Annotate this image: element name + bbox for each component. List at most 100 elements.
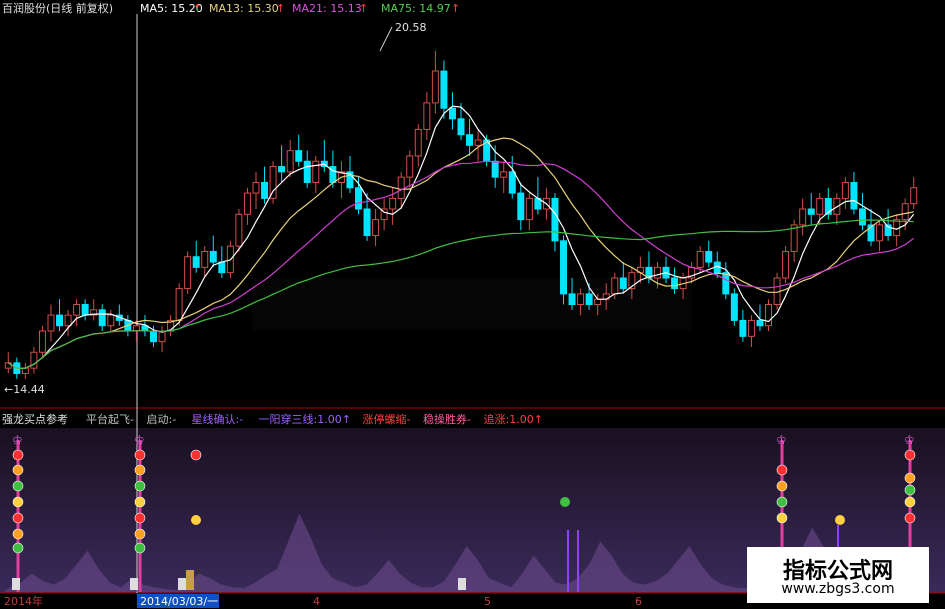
candle-body — [372, 219, 380, 237]
ma21-arrow: ↑ — [359, 2, 368, 15]
candle-body — [876, 224, 884, 242]
candle-body — [705, 250, 713, 263]
candle-body — [56, 314, 64, 327]
candle-body — [81, 304, 89, 316]
candle-body — [355, 187, 362, 210]
candle-body — [466, 134, 474, 146]
signal-col-3-signal-icon — [776, 496, 788, 508]
candle-body — [38, 330, 46, 353]
candle-body — [525, 197, 533, 221]
candle-body — [474, 139, 482, 146]
candle-body — [901, 203, 909, 221]
candle-body — [73, 304, 81, 316]
signal-col-1-signal-icon — [12, 542, 24, 554]
candle-body — [431, 70, 439, 104]
candle-body — [491, 160, 499, 178]
signal-icon — [835, 515, 845, 525]
candle-body — [389, 197, 397, 210]
ma13-label: MA13: 15.30 — [209, 2, 279, 15]
candle-body — [312, 160, 320, 183]
signal-col-2-signal-icon — [134, 542, 146, 554]
candle-body — [568, 293, 576, 305]
signal-col-1-signal-icon — [12, 449, 24, 461]
candle-body — [184, 256, 192, 290]
axis-label-6: 6 — [635, 595, 642, 608]
axis-label-cursor-date: 2014/03/03/一 — [140, 595, 218, 608]
axis-label-4: 4 — [313, 595, 320, 608]
indicator-item: 涨停螺缩- — [363, 412, 411, 426]
signal-col-4-crown-icon: ♔ — [904, 433, 915, 447]
candle-body — [671, 277, 679, 290]
signal-col-3-signal-icon — [776, 512, 788, 524]
candle-body — [414, 128, 422, 157]
volume-block — [12, 578, 20, 590]
indicator-item: 平台起飞- — [86, 412, 134, 426]
candle-body — [440, 70, 448, 109]
ma5-arrow: ↑ — [193, 2, 202, 15]
candle-body — [765, 304, 773, 327]
high-annotation: 20.58 — [395, 21, 427, 34]
candle-body — [278, 166, 286, 173]
candle-body — [594, 298, 602, 306]
watermark-url: www.zbgs3.com — [781, 581, 895, 597]
candle-body — [816, 197, 824, 215]
signal-col-1-crown-icon: ♔ — [12, 433, 23, 447]
candle-body — [252, 181, 260, 194]
signal-col-3-signal-icon — [776, 464, 788, 476]
signal-col-4-signal-icon — [904, 449, 916, 461]
candle-body — [397, 176, 405, 199]
candle-body — [560, 240, 567, 295]
candle-body — [406, 155, 414, 178]
candle-body — [747, 319, 755, 337]
candle-body — [47, 314, 55, 332]
candle-body — [218, 261, 226, 274]
candle-body — [858, 208, 866, 226]
candle-body — [98, 309, 106, 327]
candle-body — [21, 367, 29, 374]
signal-col-4-signal-icon — [904, 512, 916, 524]
candle-body — [910, 187, 918, 205]
candle-body — [782, 250, 790, 279]
signal-col-2-signal-icon — [134, 496, 146, 508]
volume-block — [178, 578, 186, 590]
axis-label-5: 5 — [484, 595, 491, 608]
candle-body — [739, 319, 747, 337]
signal-col-1-signal-icon — [12, 512, 24, 524]
candle-body — [577, 293, 585, 305]
candle-body — [235, 213, 243, 247]
candle-body — [64, 314, 72, 327]
candle-body — [209, 250, 217, 263]
signal-col-3-signal-icon — [776, 480, 788, 492]
volume-block — [186, 570, 194, 590]
ma75-arrow: ↑ — [451, 2, 460, 15]
signal-col-2-signal-icon — [134, 449, 146, 461]
candle-body — [107, 314, 115, 327]
volume-block — [458, 578, 466, 590]
indicator-item: 追涨:1.00↑ — [484, 412, 543, 426]
candle-body — [363, 208, 371, 237]
candle-body — [799, 208, 807, 226]
stock-chart: ♔ ♔ ♔ ♔ 百润股份(日线 前复权) MA5: 15.20 ↑ MA13: 15.… — [0, 0, 945, 609]
watermark: 指标公式网 www.zbgs3.com — [747, 547, 929, 603]
indicator-item: 星线确认:- — [192, 412, 244, 426]
candle-body — [192, 256, 200, 268]
candle-body — [730, 293, 738, 321]
signal-col-2-signal-icon — [134, 480, 146, 492]
candle-body — [807, 208, 815, 215]
signal-col-2-signal-icon — [134, 464, 146, 476]
signal-icon — [190, 449, 202, 461]
ma13-arrow: ↑ — [276, 2, 285, 15]
candle-body — [619, 277, 627, 290]
indicator-name: 强龙买点参考 — [2, 412, 68, 426]
signal-col-4-signal-icon — [904, 496, 916, 508]
signal-col-2-crown-icon: ♔ — [134, 433, 145, 447]
axis-label-year: 2014年 — [4, 594, 43, 608]
candle-body — [423, 102, 431, 130]
candle-body — [149, 330, 157, 343]
signal-col-1-signal-icon — [12, 480, 24, 492]
volume-block — [130, 578, 138, 590]
candle-body — [508, 171, 516, 194]
indicator-item: 一阳穿三线:1.00↑ — [259, 412, 351, 426]
candle-body — [551, 197, 559, 242]
indicator-item: 启动:- — [147, 413, 177, 426]
